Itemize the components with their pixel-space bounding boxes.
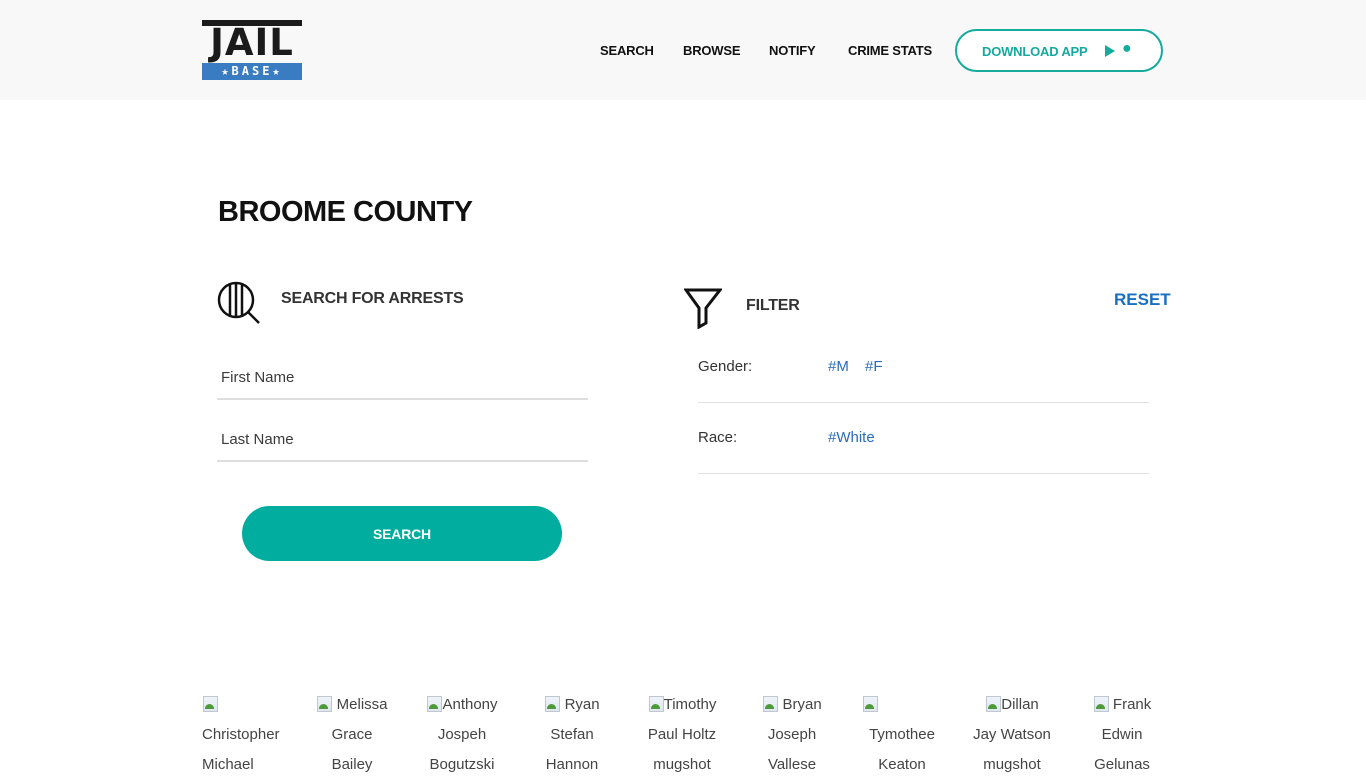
filter-heading: FILTER <box>746 297 800 314</box>
last-name-input[interactable] <box>217 418 588 462</box>
mugshot-item[interactable]: Timothy Paul Holtz mugshot <box>642 690 722 780</box>
broken-image-icon <box>202 695 218 712</box>
logo-jail-text: JAIL <box>210 21 294 64</box>
nav-browse[interactable]: BROWSE <box>683 43 741 58</box>
mugshot-item[interactable]: Melissa Grace Bailey <box>312 690 392 780</box>
site-header: JAIL ★BASE★ SEARCH BROWSE NOTIFY CRIME S… <box>0 0 1366 100</box>
tag-race-white[interactable]: #White <box>828 429 875 446</box>
broken-image-icon <box>316 695 333 712</box>
broken-image-icon <box>426 695 443 712</box>
mugshot-item[interactable]: Dillan Jay Watson mugshot <box>972 690 1052 780</box>
reset-link[interactable]: RESET <box>1114 290 1171 310</box>
nav-search[interactable]: SEARCH <box>600 43 654 58</box>
broken-image-icon <box>862 695 878 712</box>
logo-base-text: ★BASE★ <box>202 63 302 80</box>
broken-image-icon <box>648 695 664 712</box>
broken-image-icon <box>762 695 779 712</box>
search-button[interactable]: SEARCH <box>242 506 562 561</box>
nav-notify[interactable]: NOTIFY <box>769 43 816 58</box>
search-icon <box>217 281 260 324</box>
tag-gender-f[interactable]: #F <box>865 358 883 375</box>
first-name-input[interactable] <box>217 356 588 400</box>
tag-gender-m[interactable]: #M <box>828 358 849 375</box>
mugshot-list: Christopher Michael Melissa Grace Bailey… <box>202 690 1202 773</box>
page-title: BROOME COUNTY <box>218 196 473 228</box>
filter-label-gender: Gender: <box>698 358 753 375</box>
play-store-icon <box>1105 45 1115 57</box>
filter-icon <box>684 288 722 329</box>
mugshot-alt-text: Tymothee Keaton <box>869 726 935 773</box>
filter-row-race: Race: #White <box>698 403 1149 474</box>
mugshot-alt-text: Christopher Michael <box>202 726 280 773</box>
apple-icon: ● <box>1122 40 1132 57</box>
broken-image-icon <box>544 695 561 712</box>
mugshot-item[interactable]: Christopher Michael <box>202 690 282 780</box>
mugshot-alt-text: Melissa Grace Bailey <box>331 696 388 773</box>
nav-crime-stats[interactable]: CRIME STATS <box>848 43 932 58</box>
search-heading: SEARCH FOR ARRESTS <box>281 290 464 307</box>
download-app-button[interactable]: DOWNLOAD APP ● <box>955 29 1163 72</box>
filter-row-gender: Gender: #M #F <box>698 332 1149 403</box>
mugshot-item[interactable]: Ryan Stefan Hannon <box>532 690 612 780</box>
mugshot-item[interactable]: Anthony Jospeh Bogutzski <box>422 690 502 780</box>
mugshot-item[interactable]: Bryan Joseph Vallese <box>752 690 832 780</box>
filter-label-race: Race: <box>698 429 738 446</box>
download-app-label: DOWNLOAD APP <box>982 44 1088 59</box>
jailbase-logo[interactable]: JAIL ★BASE★ <box>202 20 302 80</box>
logo-jail-block: JAIL <box>202 20 302 62</box>
broken-image-icon <box>985 695 1002 712</box>
broken-image-icon <box>1093 695 1109 712</box>
mugshot-item[interactable]: Frank Edwin Gelunas <box>1082 690 1162 780</box>
mugshot-item[interactable]: Tymothee Keaton <box>862 690 942 780</box>
